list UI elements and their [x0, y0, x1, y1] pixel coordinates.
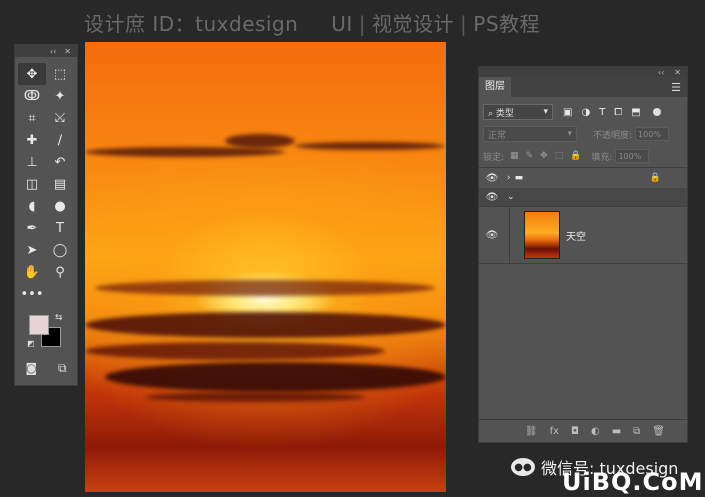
visibility-eye-icon[interactable]: 👁: [485, 230, 499, 241]
pen-tool-icon[interactable]: ✒: [18, 217, 46, 239]
chevron-down-icon: ▾: [543, 107, 548, 117]
opacity-label: 不透明度:: [593, 130, 633, 141]
gradient-tool-icon[interactable]: ▤: [46, 173, 74, 195]
chevron-right-icon[interactable]: ›: [507, 173, 511, 183]
lock-transparent-icon[interactable]: ▦: [510, 151, 519, 161]
eyedropper-tool-icon[interactable]: ⤩: [46, 107, 74, 129]
watermark-visual: 视觉设计: [372, 12, 455, 36]
layers-footer: ⛓ fx ◘ ◐ ▬ ⧉ 🗑: [479, 419, 687, 442]
watermark-ui: UI: [331, 12, 353, 36]
more-tools-icon[interactable]: •••: [18, 283, 46, 305]
watermark-left: 设计庶 ID：tuxdesign: [84, 12, 299, 36]
folder-icon: ▬: [514, 173, 524, 183]
layer-thumbnail: [524, 211, 560, 259]
layer-style-icon[interactable]: fx: [550, 426, 559, 437]
lasso-tool-icon[interactable]: ↂ: [18, 85, 46, 107]
marquee-tool-icon[interactable]: ⬚: [46, 63, 74, 85]
watermark-header: 设计庶 ID：tuxdesign UI | 视觉设计 | PS教程: [84, 12, 541, 36]
layer-group-row[interactable]: 👁 › ▬ 🔒: [479, 167, 687, 188]
type-filter-icon[interactable]: T: [599, 107, 605, 118]
shape-filter-icon[interactable]: ⧠: [614, 107, 622, 118]
eraser-tool-icon[interactable]: ◫: [18, 173, 46, 195]
tools-panel: ‹‹ ✕ ✥ ⬚ ↂ ✦ ⌗ ⤩ ✚ ∕ ⊥ ↶ ◫ ▤ ◖ ● ✒ T ➤ ◯ ✋ ⚲ ••• ⇆ ◩ ◙ ⧉: [14, 44, 78, 386]
blur-tool-icon[interactable]: ◖: [18, 195, 46, 217]
layers-panel-header: ‹‹ ✕: [479, 67, 687, 77]
brush-tool-icon[interactable]: ∕: [46, 129, 74, 151]
tools-panel-header: ‹‹ ✕: [15, 45, 77, 57]
smart-object-filter-icon[interactable]: ⬒: [631, 107, 640, 118]
tab-layers[interactable]: 图层: [479, 77, 511, 97]
watermark-ps: PS教程: [473, 12, 541, 36]
dodge-tool-icon[interactable]: ●: [46, 195, 74, 217]
path-selection-tool-icon[interactable]: ➤: [18, 239, 46, 261]
new-layer-icon[interactable]: ⧉: [633, 426, 640, 437]
opacity-field[interactable]: 100%: [635, 127, 670, 141]
magic-wand-tool-icon[interactable]: ✦: [46, 85, 74, 107]
lock-image-icon[interactable]: ✎: [526, 151, 534, 161]
fill-label: 填充:: [591, 152, 613, 163]
wechat-icon: ●●: [511, 458, 535, 476]
layer-filter-select[interactable]: ⌕ 类型 ▾: [483, 104, 553, 120]
blend-mode-value: 正常: [488, 130, 507, 141]
delete-layer-icon[interactable]: 🗑: [652, 426, 665, 437]
lock-icon: 🔒: [649, 173, 661, 183]
filter-toggle[interactable]: [652, 108, 661, 116]
new-group-icon[interactable]: ▬: [612, 426, 621, 437]
history-brush-tool-icon[interactable]: ↶: [46, 151, 74, 173]
site-watermark: UiBQ.CoM: [562, 468, 704, 496]
chevron-down-icon[interactable]: ⌄: [507, 192, 515, 202]
healing-brush-tool-icon[interactable]: ✚: [18, 129, 46, 151]
quick-mask-icon[interactable]: ◙: [25, 361, 37, 376]
layer-mask-icon[interactable]: ◘: [571, 426, 579, 437]
foreground-color[interactable]: [29, 315, 49, 335]
clone-stamp-tool-icon[interactable]: ⊥: [18, 151, 46, 173]
adjustment-filter-icon[interactable]: ◑: [581, 107, 590, 118]
default-colors-icon[interactable]: ◩: [27, 339, 35, 348]
close-icon[interactable]: ✕: [64, 47, 71, 56]
filter-label: ⌕ 类型: [488, 108, 514, 119]
swap-colors-icon[interactable]: ⇆: [55, 313, 63, 323]
visibility-eye-icon[interactable]: 👁: [485, 192, 499, 203]
empty-icon: [46, 283, 74, 305]
screen-mode-icon[interactable]: ⧉: [58, 361, 67, 376]
lock-artboard-icon[interactable]: ⬚: [555, 151, 564, 161]
move-tool-icon[interactable]: ✥: [18, 63, 46, 85]
pixel-filter-icon[interactable]: ▣: [563, 107, 572, 118]
color-swatches: ⇆ ◩: [27, 313, 77, 353]
layers-panel: ‹‹ ✕ 图层 ☰ ⌕ 类型 ▾ ▣ ◑ T ⧠ ⬒ 正常 ▾ 不透明度: 100% 锁…: [478, 66, 688, 443]
visibility-eye-icon[interactable]: 👁: [485, 173, 499, 184]
collapse-icon[interactable]: ‹‹: [50, 47, 56, 56]
fill-field[interactable]: 100%: [615, 149, 650, 163]
zoom-tool-icon[interactable]: ⚲: [46, 261, 74, 283]
panel-menu-icon[interactable]: ☰: [671, 81, 681, 94]
type-tool-icon[interactable]: T: [46, 217, 74, 239]
hand-tool-icon[interactable]: ✋: [18, 261, 46, 283]
layer-row-sky[interactable]: 👁 天空: [479, 206, 687, 264]
link-layers-icon[interactable]: ⛓: [525, 426, 538, 437]
blend-mode-select[interactable]: 正常 ▾: [483, 126, 577, 142]
lock-position-icon[interactable]: ✥: [540, 151, 548, 161]
crop-tool-icon[interactable]: ⌗: [18, 107, 46, 129]
close-icon[interactable]: ✕: [674, 68, 681, 77]
layer-name[interactable]: 天空: [566, 228, 586, 243]
lock-label: 锁定:: [483, 152, 505, 163]
tool-grid: ✥ ⬚ ↂ ✦ ⌗ ⤩ ✚ ∕ ⊥ ↶ ◫ ▤ ◖ ● ✒ T ➤ ◯ ✋ ⚲ •••: [15, 63, 77, 305]
collapse-icon[interactable]: ‹‹: [658, 68, 664, 77]
document-canvas[interactable]: [85, 42, 446, 492]
layer-group-expanded-row[interactable]: 👁 ⌄: [479, 188, 687, 206]
ellipse-tool-icon[interactable]: ◯: [46, 239, 74, 261]
chevron-down-icon: ▾: [567, 129, 572, 139]
adjustment-layer-icon[interactable]: ◐: [591, 426, 600, 437]
lock-all-icon[interactable]: 🔒: [570, 151, 581, 161]
